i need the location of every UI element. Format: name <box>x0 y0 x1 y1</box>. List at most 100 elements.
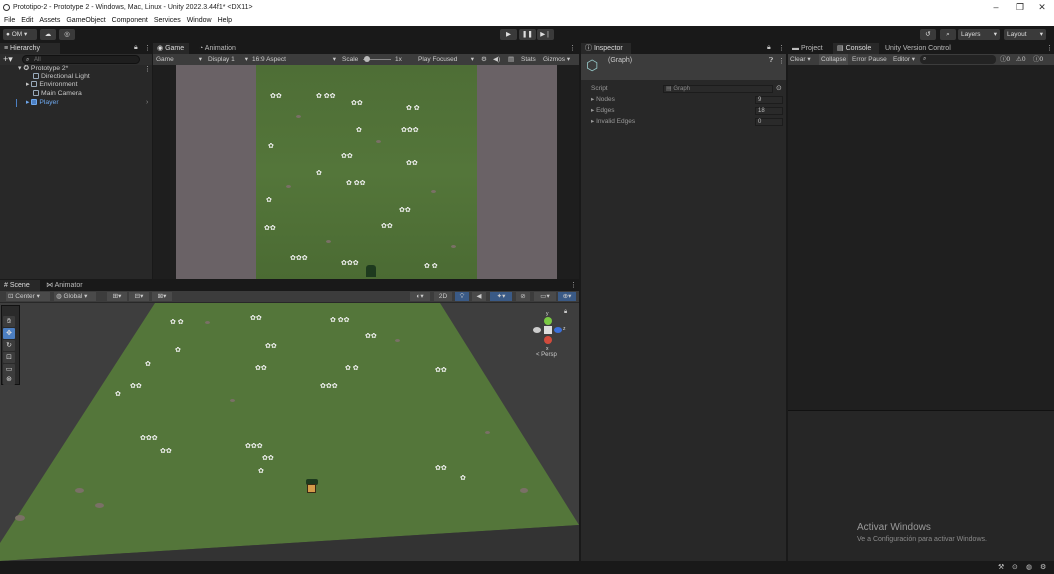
progress-icon[interactable]: ⊙ <box>1012 563 1018 571</box>
gizmo-z-axis[interactable]: z <box>563 326 566 332</box>
step-button[interactable]: ▶❘ <box>537 29 554 40</box>
tab-scene[interactable]: # Scene <box>0 280 40 291</box>
grid-snap-dropdown[interactable]: ⊞▾ <box>107 292 127 301</box>
rotate-tool-icon[interactable]: ↻ <box>3 340 15 351</box>
notification-icon[interactable]: ◍ <box>1026 563 1032 571</box>
error-count-toggle[interactable]: ⓘ0 <box>1033 54 1043 65</box>
tab-console[interactable]: ▤ Console <box>833 43 879 54</box>
invalid-edges-field-value[interactable]: 0 <box>755 118 783 126</box>
snap-increment-dropdown[interactable]: ⊟▾ <box>129 292 149 301</box>
display-dropdown[interactable]: Display 1 ▾ <box>208 55 248 64</box>
scale-slider-handle[interactable] <box>364 56 370 62</box>
scale-tool-icon[interactable]: ⊡ <box>3 352 15 363</box>
gizmo-x-cone[interactable] <box>554 327 562 333</box>
add-button[interactable]: +▾ <box>3 54 13 65</box>
target-icon[interactable]: ⊙ <box>776 84 782 92</box>
menu-window[interactable]: Window <box>187 17 212 24</box>
tab-unity-version-control[interactable]: Unity Version Control <box>881 43 957 54</box>
nodes-field-label[interactable]: ▸ Nodes <box>591 95 615 105</box>
tab-inspector[interactable]: ⓘ Inspector <box>581 43 631 54</box>
menu-gameobject[interactable]: GameObject <box>66 17 105 24</box>
tab-hierarchy[interactable]: ≡ Hierarchy <box>0 43 60 54</box>
tab-animation[interactable]: ◔ Animation <box>195 43 245 54</box>
toggle-2d-button[interactable]: 2D <box>434 292 452 301</box>
more-icon[interactable]: ⋮ <box>778 44 785 52</box>
more-icon[interactable]: ⋮ <box>1046 44 1053 52</box>
camera-settings-dropdown[interactable]: ▭▾ <box>534 292 556 301</box>
transform-tool-icon[interactable]: ⊛ <box>3 374 15 385</box>
gizmo-lock-icon[interactable]: 🔒︎ <box>564 309 567 316</box>
edges-field-value[interactable]: 18 <box>755 107 783 115</box>
audio-toggle-icon[interactable]: ◀ <box>472 292 486 301</box>
menu-assets[interactable]: Assets <box>39 17 60 24</box>
snap-toggle[interactable]: ⊠▾ <box>152 292 172 301</box>
settings-icon[interactable]: ⚙ <box>1040 563 1046 571</box>
edges-field-label[interactable]: ▸ Edges <box>591 106 615 116</box>
gizmos-toggle-dropdown[interactable]: ⊕▾ <box>558 292 576 301</box>
hierarchy-item-environment[interactable]: ▸ Environment <box>26 81 77 89</box>
hierarchy-item-player[interactable]: ▸ Player <box>26 99 59 107</box>
minimize-button[interactable]: – <box>984 0 1008 14</box>
search-input[interactable]: ⌕ All <box>22 55 140 64</box>
draw-mode-dropdown[interactable]: ◐▾ <box>410 292 430 301</box>
menu-help[interactable]: Help <box>218 17 232 24</box>
maximize-button[interactable]: ❐ <box>1008 0 1032 14</box>
console-log-area[interactable] <box>788 65 1054 410</box>
more-icon[interactable]: ⋮ <box>570 281 577 289</box>
persp-label[interactable]: < Persp <box>536 352 557 358</box>
error-pause-button[interactable]: Error Pause <box>852 54 887 65</box>
log-count-toggle[interactable]: ⓘ0 <box>1000 54 1010 65</box>
move-tool-icon[interactable]: ✥ <box>3 328 15 339</box>
tab-animator[interactable]: ⋈ Animator <box>42 280 92 291</box>
collapse-button[interactable]: Collapse <box>819 54 849 65</box>
lock-icon[interactable]: 🔒︎ <box>134 44 138 52</box>
collab-button[interactable]: ◎ <box>59 29 75 40</box>
tab-game[interactable]: ◉ Game <box>153 43 189 54</box>
effects-dropdown[interactable]: ✦▾ <box>490 292 512 301</box>
aspect-dropdown[interactable]: 16:9 Aspect ▾ <box>252 55 336 64</box>
layout-dropdown[interactable]: Layout ▾ <box>1004 29 1046 40</box>
warning-count-toggle[interactable]: ⚠0 <box>1016 54 1025 65</box>
gizmo-center-cube[interactable] <box>544 326 552 334</box>
invalid-edges-field-label[interactable]: ▸ Invalid Edges <box>591 117 635 127</box>
gizmo-y-cone[interactable] <box>544 317 552 325</box>
gizmo-neg-x-cone[interactable] <box>533 327 541 333</box>
mute-audio-icon[interactable]: ◀) <box>493 55 500 64</box>
account-button[interactable]: ● OM ▾ <box>3 29 37 40</box>
hierarchy-item-directional-light[interactable]: Directional Light <box>33 73 90 81</box>
lock-icon[interactable]: 🔒︎ <box>767 44 771 52</box>
hand-tool-icon[interactable]: ✋︎ <box>3 316 15 327</box>
menu-file[interactable]: File <box>4 17 15 24</box>
clear-button[interactable]: Clear ▾ <box>790 54 811 65</box>
undo-history-button[interactable]: ↺ <box>920 29 936 40</box>
tab-project[interactable]: ▬ Project <box>788 43 830 54</box>
layers-dropdown[interactable]: Layers ▾ <box>958 29 1000 40</box>
menu-component[interactable]: Component <box>112 17 148 24</box>
game-viewport[interactable]: ✿✿ ✿ ✿✿ ✿✿ ✿ ✿ ✿✿✿ ✿ ✿ ✿✿ ✿ ✿✿ ✿ ✿✿ ✿ ✿✿… <box>153 65 579 279</box>
scene-viewport[interactable]: ✿ ✿ ✿✿ ✿ ✿✿ ✿✿ ✿✿ ✿ ✿ ✿✿ ✿ ✿ ✿✿ ✿✿ ✿✿✿ ✿… <box>0 303 579 561</box>
game-mode-dropdown[interactable]: Game ▾ <box>156 55 202 64</box>
editor-dropdown[interactable]: Editor ▾ <box>893 54 915 65</box>
more-icon[interactable]: ⋮ <box>144 65 151 73</box>
stats-button[interactable]: Stats <box>521 55 536 64</box>
play-button[interactable]: ▶ <box>500 29 517 40</box>
more-icon[interactable]: ⋮ <box>144 44 151 52</box>
keyboard-icon[interactable]: ▤ <box>508 55 514 64</box>
pivot-dropdown[interactable]: ⊡ Center ▾ <box>6 292 50 301</box>
frame-debugger-icon[interactable]: ⚙ <box>481 55 487 64</box>
lighting-toggle-icon[interactable]: 💡︎ <box>455 292 469 301</box>
help-icon[interactable]: ❓︎ <box>769 57 773 65</box>
nodes-field-value[interactable]: 9 <box>755 96 783 104</box>
hidden-objects-toggle[interactable]: ⊘ <box>516 292 530 301</box>
orientation-gizmo[interactable]: y z x < Persp <box>530 311 570 359</box>
console-search-input[interactable]: ⌕ <box>920 55 996 64</box>
gizmo-x-red-cone[interactable] <box>544 336 552 344</box>
chevron-right-icon[interactable]: › <box>146 99 148 106</box>
hierarchy-scene-row[interactable]: ▾ ✪ Prototype 2* <box>18 65 68 73</box>
play-focused-dropdown[interactable]: Play Focused ▾ <box>418 55 474 64</box>
menu-services[interactable]: Services <box>154 17 181 24</box>
hierarchy-item-main-camera[interactable]: Main Camera <box>33 90 82 98</box>
settings-icon[interactable]: ⋮ <box>778 57 785 65</box>
space-dropdown[interactable]: ◍ Global ▾ <box>54 292 96 301</box>
more-icon[interactable]: ⋮ <box>569 44 576 52</box>
